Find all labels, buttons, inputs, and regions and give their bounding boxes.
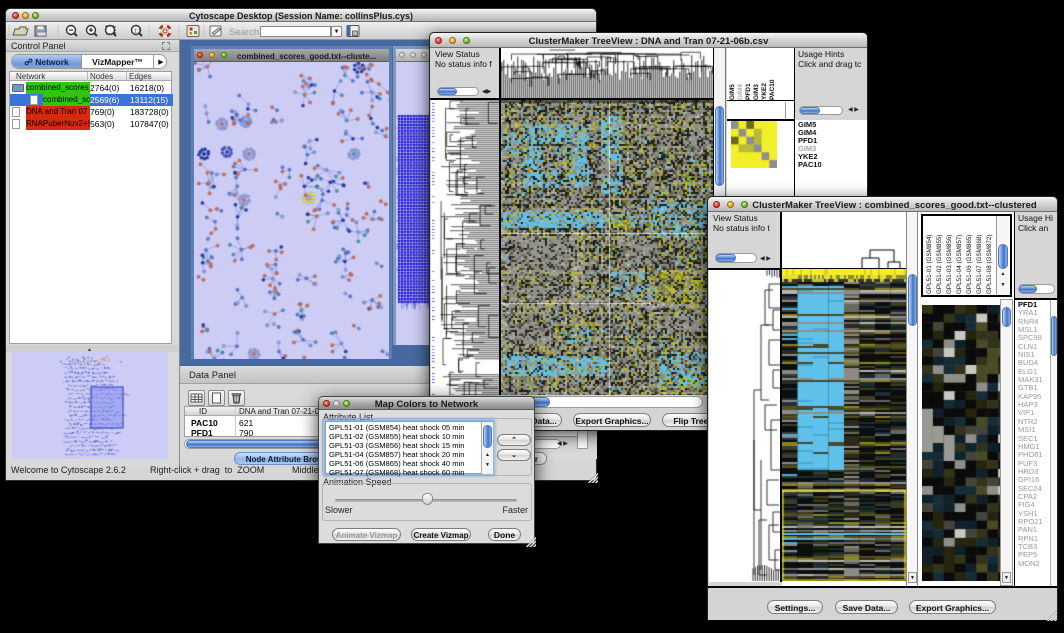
svg-text:1:1: 1:1: [134, 29, 141, 35]
